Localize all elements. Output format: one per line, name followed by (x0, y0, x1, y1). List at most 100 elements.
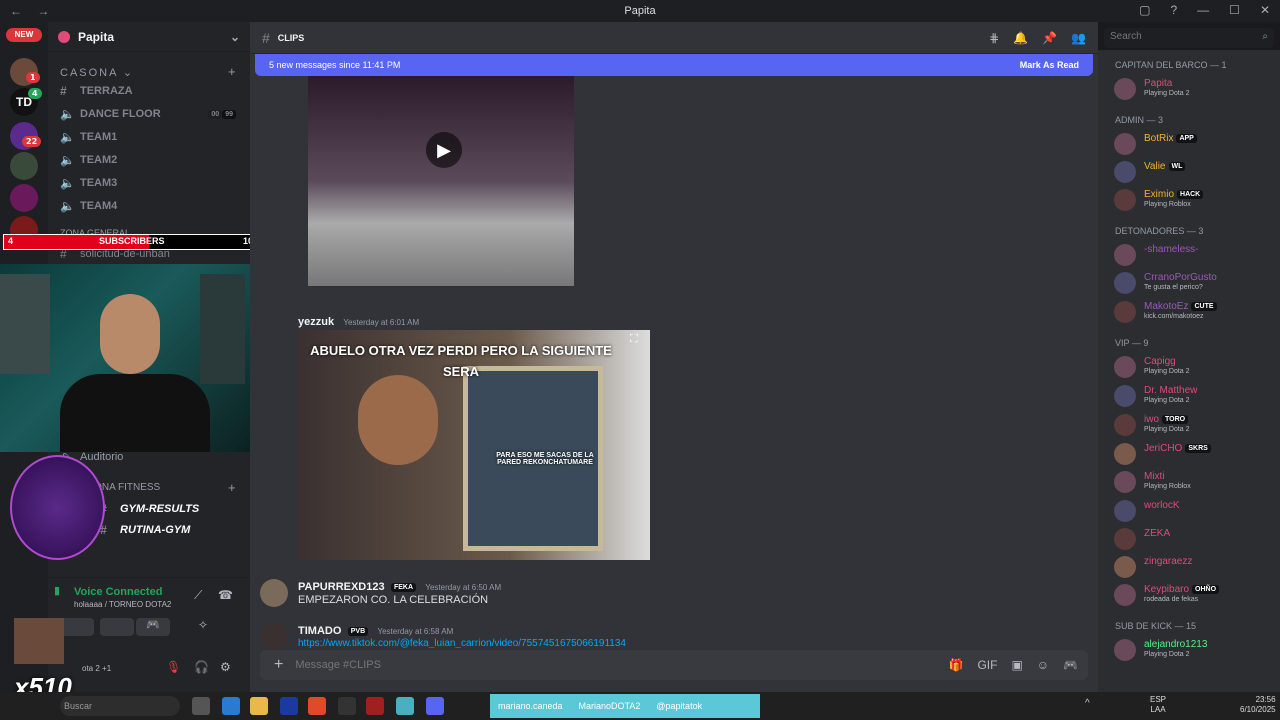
search-input[interactable] (1110, 31, 1250, 42)
add-channel-icon[interactable]: + (228, 480, 236, 495)
expand-icon[interactable]: ⛶ (630, 333, 638, 346)
member-item[interactable]: Mixti Playing Roblox (1114, 469, 1274, 493)
message-header: PAPURREXD123 FEKA Yesterday at 6:50 AM (298, 579, 501, 593)
member-item[interactable]: alejandro1213 Playing Dota 2 (1114, 637, 1274, 661)
member-item[interactable]: JeriCHO SKRS (1114, 441, 1274, 465)
tray-chevron-icon[interactable]: ^ (1085, 698, 1090, 709)
mark-as-read-button[interactable]: Mark As Read (1020, 60, 1079, 70)
task-view-icon[interactable] (192, 697, 210, 715)
member-name: zingaraezz (1144, 556, 1193, 567)
new-badge[interactable]: NEW (6, 28, 42, 42)
pin-icon[interactable]: 📌 (1042, 31, 1057, 45)
voice-status: Voice Connected (74, 586, 163, 598)
steam-icon[interactable] (338, 697, 356, 715)
soundboard-icon[interactable]: ✧ (198, 618, 222, 636)
user-count: 00 (208, 109, 223, 119)
member-item[interactable]: Papita Playing Dota 2 (1114, 76, 1274, 100)
screen-share-button[interactable] (100, 618, 134, 636)
search-box[interactable]: ⌕ (1104, 28, 1274, 48)
author-name[interactable]: PAPURREXD123 (298, 581, 385, 593)
new-messages-banner[interactable]: 5 new messages since 11:41 PM Mark As Re… (255, 54, 1093, 76)
avatar (1114, 272, 1136, 294)
chevron-down-icon[interactable]: ⌄ (230, 30, 240, 44)
nav-arrows[interactable]: ← → (10, 4, 55, 18)
author-name[interactable]: yezzuk (298, 316, 334, 328)
folder-icon[interactable] (250, 697, 268, 715)
member-item[interactable]: Keypibaro OHÑO rodeada de fekas (1114, 582, 1274, 606)
gift-icon[interactable]: 🎁 (948, 658, 963, 672)
member-item[interactable]: zingaraezz (1114, 554, 1274, 578)
emoji-icon[interactable]: ☺ (1037, 658, 1049, 672)
notepad-icon[interactable] (396, 697, 414, 715)
member-name: CrranoPorGusto (1144, 272, 1217, 283)
subs-current: 4 (8, 236, 14, 246)
channel-item[interactable]: 🔈 DANCE FLOOR 00 99 (60, 104, 240, 124)
image-embed[interactable]: ABUELO OTRA VEZ PERDI PERO LA SIGUIENTE … (298, 330, 650, 560)
channel-item[interactable]: 🔈 TEAM3 (60, 173, 240, 193)
add-channel-icon[interactable]: + (228, 64, 236, 79)
clock[interactable]: 23:56 6/10/2025 (1240, 695, 1276, 715)
sticker-icon[interactable]: ▣ (1011, 658, 1022, 672)
app-icon[interactable] (222, 697, 240, 715)
channel-item[interactable]: 🔈 TEAM1 (60, 127, 240, 147)
category-casona[interactable]: CASONA ⌄ (60, 66, 134, 79)
help-icon[interactable]: ? (1170, 3, 1177, 17)
member-item[interactable]: Eximio HACK Playing Roblox (1114, 187, 1274, 211)
channel-item[interactable]: # TERRAZA (60, 81, 240, 101)
bell-icon[interactable]: 🔔 (1013, 31, 1028, 45)
brave-icon[interactable] (308, 697, 326, 715)
avatar[interactable] (260, 579, 288, 607)
member-item[interactable]: Capigg Playing Dota 2 (1114, 354, 1274, 378)
server-icon[interactable] (10, 152, 38, 180)
message-link[interactable]: https://www.tiktok.com/@feka_luian_carri… (298, 638, 678, 648)
member-item[interactable]: CrranoPorGusto Te gusta el perico? (1114, 270, 1274, 294)
maximize-button[interactable]: ☐ (1229, 3, 1240, 17)
inbox-icon[interactable]: ▢ (1139, 3, 1150, 17)
activity-button[interactable]: 🎮 (136, 618, 170, 636)
gif-icon[interactable]: GIF (977, 658, 997, 672)
discord-icon[interactable] (426, 697, 444, 715)
member-item[interactable]: -shameless- (1114, 242, 1274, 266)
message-input[interactable] (295, 659, 935, 671)
avatar[interactable] (260, 622, 288, 650)
video-button[interactable] (60, 618, 94, 636)
channel-label: DANCE FLOOR (80, 108, 161, 120)
member-item[interactable]: MakotoEz CUTE kick.com/makotoez (1114, 299, 1274, 323)
dota-icon[interactable] (366, 697, 384, 715)
message-composer[interactable]: + 🎁 GIF ▣ ☺ 🎮 (260, 650, 1088, 680)
video-embed[interactable]: ▶ (308, 76, 574, 286)
member-item[interactable]: Valie WL (1114, 159, 1274, 183)
activity-icon[interactable]: 🎮 (1063, 658, 1078, 672)
message-header: yezzuk Yesterday at 6:01 AM (298, 314, 419, 328)
member-item[interactable]: worlocK (1114, 498, 1274, 522)
server-icon[interactable] (10, 184, 38, 212)
close-button[interactable]: ✕ (1260, 3, 1270, 17)
member-item[interactable]: ZEKA (1114, 526, 1274, 550)
channel-item[interactable]: 🔈 TEAM2 (60, 150, 240, 170)
channel-item[interactable]: 🔈 TEAM4 (60, 196, 240, 216)
minimize-button[interactable]: — (1197, 3, 1209, 17)
deafen-icon[interactable]: 🎧 (194, 660, 209, 674)
voice-channel[interactable]: holaaaa / TORNEO DOTA2 (74, 600, 171, 609)
add-attachment-icon[interactable]: + (274, 656, 283, 674)
member-item[interactable]: Dr. Matthew Playing Dota 2 (1114, 383, 1274, 407)
date: 6/10/2025 (1240, 705, 1276, 714)
server-header[interactable]: Papita ⌄ (48, 22, 250, 52)
threads-icon[interactable]: ⋕ (989, 31, 999, 45)
play-icon[interactable]: ▶ (426, 132, 462, 168)
member-item[interactable]: iwo TORO Playing Dota 2 (1114, 412, 1274, 436)
channel-label: TEAM4 (80, 200, 118, 212)
server-badge: 22 (22, 136, 42, 147)
members-icon[interactable]: 👥 (1071, 31, 1086, 45)
language-indicator[interactable]: ESP LAA (1150, 695, 1166, 715)
settings-gear-icon[interactable]: ⚙ (220, 660, 231, 674)
mute-icon[interactable]: 🎙 (166, 660, 181, 674)
member-item[interactable]: BotRix APP (1114, 131, 1274, 155)
app-icon[interactable] (280, 697, 298, 715)
disconnect-icon[interactable]: ☎ (218, 588, 233, 602)
noise-suppression-icon[interactable]: ⟋ (194, 588, 202, 603)
channel-label: TEAM3 (80, 177, 118, 189)
taskbar-search[interactable]: Buscar (60, 696, 180, 716)
author-name[interactable]: TIMADO (298, 625, 341, 637)
channel-header: # CLIPS ⋕ 🔔 📌 👥 (250, 22, 1098, 54)
